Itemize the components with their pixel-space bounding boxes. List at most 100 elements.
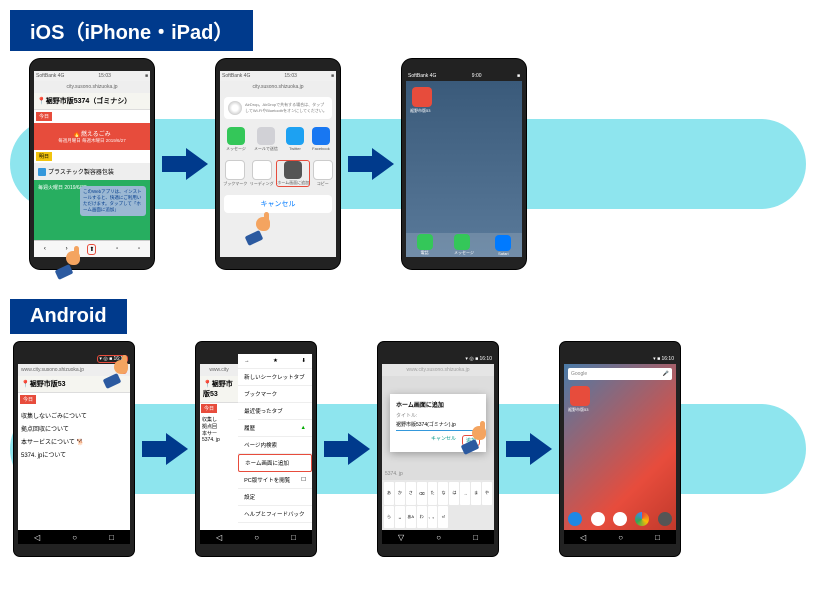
message-icon[interactable] [454,234,470,250]
hand-icon [246,215,278,243]
list-item[interactable]: 拠点回収について [21,422,127,435]
list-item[interactable]: 本サービスについて 🐕 [21,435,127,448]
menu-item[interactable]: ヘルプとフィードバック [238,506,312,523]
android-nav: ◁ ○ □ [200,530,312,544]
ios-homescreen: 裾野市版53 電話 メッセージ Safari [406,81,522,257]
urlbar: www.city [200,364,238,376]
android-phone-3: ▾ ◎ ■ 16:10 www.city.susono.shizuoka.jp … [378,342,498,556]
safari-icon[interactable] [495,235,511,251]
mic-icon[interactable]: 🎤 [663,371,669,377]
home-icon[interactable]: ○ [72,533,77,542]
ios-phone-2: SoftBank 4G15:03■ city.susono.shizuoka.j… [216,59,340,269]
menu-item[interactable]: ブックマーク [238,386,312,403]
menu-item[interactable]: 設定 [238,489,312,506]
android-phone-2: www.city 📍裾野市版53 今日 収集し 拠点回 本サー 5374. jp… [196,342,316,556]
arrow-icon [506,433,552,465]
tabs-icon[interactable]: ▫ [138,246,140,252]
android-flow: ▾ ◎ ■ 16:10 www.city.susono.shizuoka.jp⋮… [10,342,806,556]
recent-icon[interactable]: □ [291,533,296,542]
google-search[interactable]: Google🎤 [568,368,672,380]
statusbar: ▾ ■ 16:10 [564,354,676,364]
plastic-block: プラスチック製容器包装 [34,163,150,180]
share-message[interactable]: メッセージ [226,127,246,152]
share-copy[interactable]: コピー [313,160,333,187]
urlbar: city.susono.shizuoka.jp [34,81,150,93]
android-phone-1: ▾ ◎ ■ 16:10 www.city.susono.shizuoka.jp⋮… [14,342,134,556]
menu-item[interactable]: PC版サイトを閲覧☐ [238,472,312,489]
statusbar: SoftBank 4G15:03■ [220,71,336,81]
menu-item[interactable]: 履歴▲ [238,420,312,437]
recent-icon[interactable]: □ [655,533,660,542]
statusbar: SoftBank 4G9:00■ [406,71,522,81]
burnable-block: 🔥燃えるごみ 毎週月曜日 毎週木曜日 2019/6/27 [34,123,150,150]
bookmarks-icon[interactable]: ▫ [116,246,118,252]
android-menu: →★⬇ 新しいシークレットタブ ブックマーク 最近使ったタブ 履歴▲ ページ内検… [238,354,312,544]
app-label: 裾野市版53 [568,407,588,413]
urlbar: city.susono.shizuoka.jp [220,81,336,93]
app-title: 📍裾野市版5374（ゴミナシ） [34,93,150,110]
list-item[interactable]: 5374. jpについて [21,448,127,461]
back-icon[interactable]: ◁ [34,533,40,542]
app-label: 裾野市版53 [410,108,430,114]
android-nav: ◁ ○ □ [564,530,676,544]
apps-icon[interactable] [613,512,627,526]
share-twitter[interactable]: Twitter [286,127,304,152]
share-add-home[interactable]: ホーム画面に追加 [276,160,310,187]
android-header: Android [10,299,127,334]
airdrop-row[interactable]: AirDrop。AirDropで共有する場合は、タップしてWi-FiやBluet… [224,97,332,119]
keyboard[interactable]: あかさ⌫ たなは→ まやら␣ あAわ、。⏎ [382,480,494,530]
android-homescreen: Google🎤 裾野市版53 [564,364,676,530]
share-bookmark[interactable]: ブックマーク [223,160,247,187]
app-icon[interactable] [570,386,590,406]
app-icon[interactable] [412,87,432,107]
chrome-icon[interactable] [635,512,649,526]
hand-icon [56,249,88,277]
menu-item[interactable]: 最近使ったタブ [238,403,312,420]
back-icon[interactable]: ▽ [398,533,404,542]
arrow-icon [142,433,188,465]
list-item[interactable]: 収集しないごみについて [21,409,127,422]
app-title: 📍裾野市版53 [200,376,238,403]
menu-item[interactable]: 新しいシークレットタブ [238,369,312,386]
hand-icon [104,358,136,386]
back-icon[interactable]: ‹ [44,246,46,252]
ios-section: iOS（iPhone・iPad） SoftBank 4G15:03■ city.… [10,10,806,269]
today-tag: 今日 [20,395,36,404]
dialog-cancel[interactable]: キャンセル [431,435,456,446]
ios-dock: 電話 メッセージ Safari [406,233,522,257]
home-icon[interactable]: ○ [254,533,259,542]
urlbar: www.city.susono.shizuoka.jp [382,364,494,376]
share-sheet: AirDrop。AirDropで共有する場合は、タップしてWi-FiやBluet… [220,93,336,257]
camera-icon[interactable] [658,512,672,526]
tooltip: このWebアプリは、インストールすると、快適にご利用いただけます。タップして「ホ… [80,186,146,216]
android-section: Android ▾ ◎ ■ 16:10 www.city.susono.shiz… [10,299,806,556]
back-icon[interactable]: ◁ [580,533,586,542]
statusbar [200,354,238,364]
back-icon[interactable]: ◁ [216,533,222,542]
ios-header: iOS（iPhone・iPad） [10,10,253,51]
menu-add-home[interactable]: ホーム画面に追加 [238,454,312,472]
phone-icon[interactable] [417,234,433,250]
recent-icon[interactable]: □ [473,533,478,542]
menu-item[interactable]: →★⬇ [238,354,312,369]
share-icon[interactable]: ⬆ [87,244,96,255]
arrow-icon [162,148,208,180]
recent-icon[interactable]: □ [109,533,114,542]
airdrop-icon [228,101,242,115]
android-nav: ▽ ○ □ [382,530,494,544]
week-block: 毎週火曜日 2019/6/28 このWebアプリは、インストールすると、快適にご… [34,180,150,240]
share-facebook[interactable]: Facebook [312,127,330,152]
today-tag: 今日 [36,112,52,121]
home-icon[interactable]: ○ [618,533,623,542]
folder-icon[interactable] [591,512,605,526]
menu-item[interactable]: ページ内検索 [238,437,312,454]
hand-icon [462,424,494,452]
safari-toolbar: ‹ › ⬆ ▫ ▫ [34,240,150,257]
ios-flow: SoftBank 4G15:03■ city.susono.shizuoka.j… [10,59,806,269]
share-reading[interactable]: リーディング [250,160,274,187]
home-icon[interactable]: ○ [436,533,441,542]
android-nav: ◁ ○ □ [18,530,130,544]
share-mail[interactable]: メールで送信 [254,127,278,152]
cancel-button[interactable]: キャンセル [224,195,332,213]
phone-icon[interactable] [568,512,582,526]
